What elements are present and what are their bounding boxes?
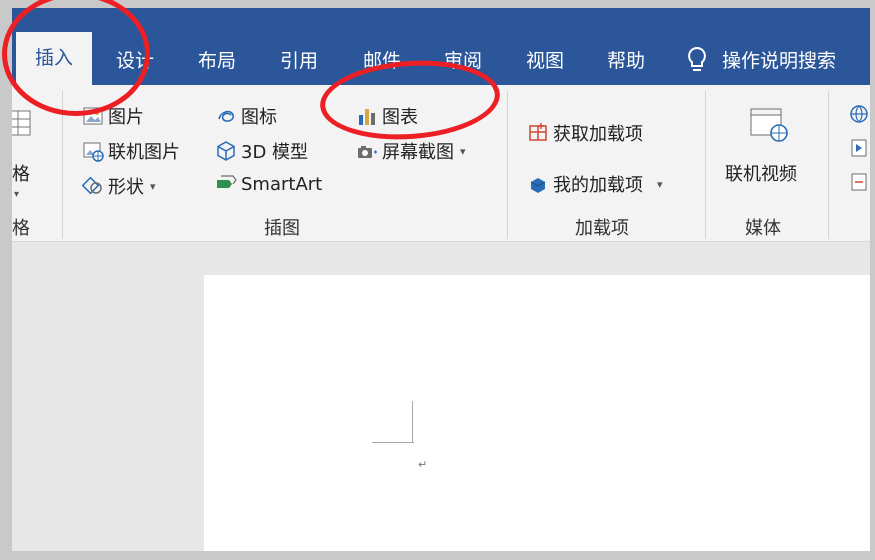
tab-references[interactable]: 引用: [276, 40, 322, 85]
margin-crop-mark: [412, 401, 413, 443]
chevron-down-icon: ▾: [460, 144, 466, 158]
margin-crop-mark: [372, 442, 414, 443]
group-divider: [507, 91, 508, 239]
picture-label: 图片: [108, 107, 144, 128]
table-dropdown-caret[interactable]: ▾: [14, 189, 19, 200]
screenshot-button[interactable]: 屏幕截图 ▾: [356, 138, 466, 164]
picture-icon: [83, 107, 103, 125]
tab-view[interactable]: 视图: [522, 40, 568, 85]
shapes-icon: [82, 176, 102, 195]
chart-label: 图表: [382, 107, 418, 128]
lightbulb-icon[interactable]: [686, 46, 708, 74]
addins-group-label: 加载项: [575, 218, 629, 239]
tab-layout[interactable]: 布局: [194, 40, 240, 85]
paragraph-mark: ↵: [418, 458, 428, 471]
group-divider: [828, 91, 829, 239]
table-button-label: 格: [12, 164, 30, 185]
word-window: 插入 设计 布局 引用 邮件 审阅 视图 帮助 操作说明搜索 格 ▾ 格 图片: [12, 8, 870, 551]
chevron-down-icon: ▾: [657, 177, 663, 191]
my-addins-label: 我的加载项: [553, 175, 643, 196]
shapes-button[interactable]: 形状 ▾: [82, 173, 156, 199]
camera-icon: [358, 146, 377, 158]
media-group-label: 媒体: [745, 218, 781, 239]
cross-reference-icon[interactable]: [848, 171, 870, 193]
icons-label: 图标: [241, 107, 277, 128]
tab-design[interactable]: 设计: [112, 40, 158, 85]
icons-button[interactable]: 图标: [215, 103, 277, 129]
table-icon: [12, 110, 31, 136]
cube-icon: [217, 141, 235, 161]
bar-chart-icon: [359, 109, 375, 125]
document-page[interactable]: ↵: [204, 275, 870, 551]
icons-icon: [218, 110, 235, 122]
tell-me-search[interactable]: 操作说明搜索: [718, 40, 840, 85]
my-addins-button[interactable]: 我的加载项 ▾: [527, 171, 663, 197]
online-picture-label: 联机图片: [108, 142, 180, 163]
tab-review[interactable]: 审阅: [440, 40, 486, 85]
smartart-label: SmartArt: [241, 173, 323, 195]
get-addins-label: 获取加载项: [553, 124, 643, 145]
smartart-button[interactable]: SmartArt: [215, 173, 322, 195]
group-divider: [62, 91, 63, 239]
tab-insert[interactable]: 插入: [16, 32, 93, 85]
link-icon[interactable]: [848, 103, 870, 125]
screenshot-label: 屏幕截图: [382, 142, 454, 163]
picture-button[interactable]: 图片: [82, 103, 144, 129]
online-video-button[interactable]: 联机视频: [725, 160, 797, 186]
chart-button[interactable]: 图表: [356, 103, 418, 129]
get-addins-button[interactable]: 获取加载项: [527, 120, 643, 146]
online-picture-button[interactable]: 联机图片: [82, 138, 180, 164]
group-divider: [705, 91, 706, 239]
tab-help[interactable]: 帮助: [603, 40, 649, 85]
document-canvas: ↵: [12, 242, 870, 551]
illustrations-group-label: 插图: [264, 218, 300, 239]
ribbon-tab-bar: 插入 设计 布局 引用 邮件 审阅 视图 帮助 操作说明搜索: [12, 8, 870, 85]
ribbon: 格 ▾ 格 图片 联机图片 形状 ▾ 图标 3D 模型 SmartArt 图表 …: [12, 85, 870, 242]
store-icon: [529, 123, 547, 141]
chevron-down-icon: ▾: [150, 179, 156, 193]
shapes-label: 形状: [108, 177, 144, 198]
3d-models-button[interactable]: 3D 模型: [215, 138, 308, 164]
online-picture-icon: [83, 142, 104, 162]
table-button[interactable]: 格: [12, 160, 30, 186]
tab-mailings[interactable]: 邮件: [359, 40, 405, 85]
table-group-label: 格: [12, 218, 30, 239]
bookmark-icon[interactable]: [848, 137, 870, 159]
online-video-label: 联机视频: [725, 164, 797, 185]
online-video-icon[interactable]: [747, 105, 791, 145]
3d-models-label: 3D 模型: [241, 142, 309, 163]
smartart-icon: [217, 175, 237, 188]
my-addins-icon: [530, 178, 546, 193]
